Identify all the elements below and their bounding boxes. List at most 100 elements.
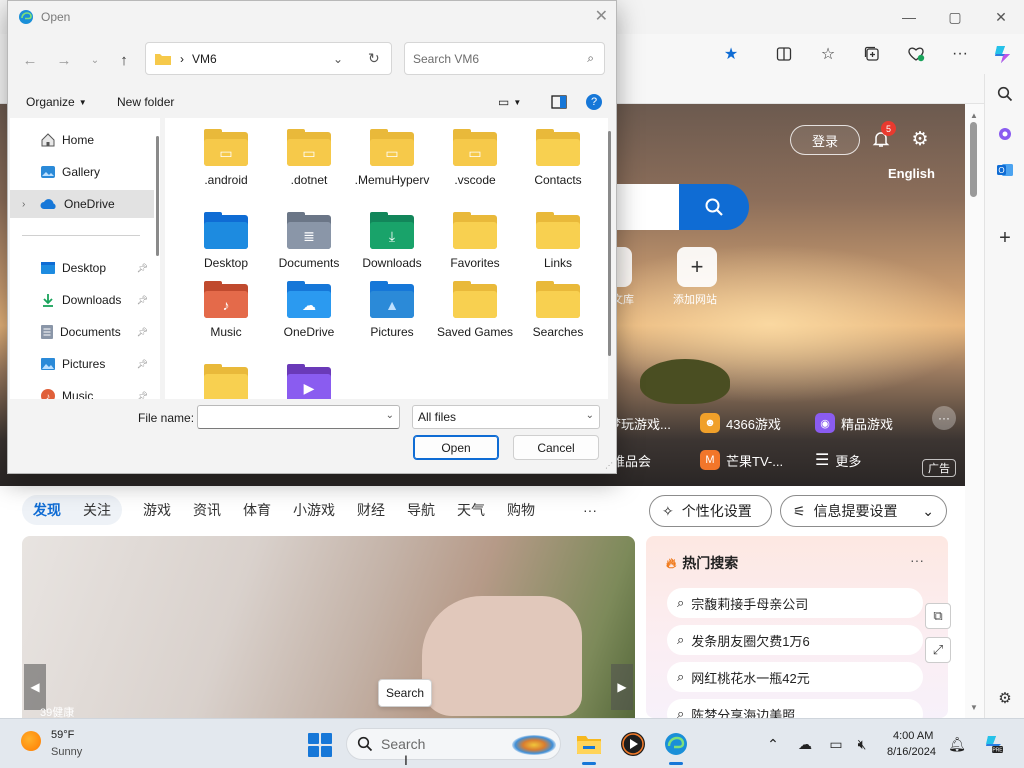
favorites-icon[interactable]: ☆ [814,40,842,68]
onedrive-sync-icon[interactable]: ☁ [794,733,816,755]
hot-search-item[interactable]: ⌕ 宗馥莉接手母亲公司 [667,588,923,618]
page-settings-icon[interactable]: ⚙ [907,126,933,152]
maximize-button[interactable]: ▢ [932,0,978,34]
address-dropdown-icon[interactable]: ⌄ [333,52,343,66]
file-item[interactable]: ♪ Music [187,281,265,340]
start-button[interactable] [308,733,332,757]
media-player-app-icon[interactable] [618,729,648,759]
file-item[interactable]: Desktop [187,212,265,271]
view-options-button[interactable]: ▭ ▼ [498,89,521,115]
folder-search-input[interactable]: Search VM6 ⌕ [404,42,605,75]
hot-search-item[interactable]: ⌕ 网红桃花水一瓶42元 [667,662,923,692]
outlook-icon[interactable]: O [991,156,1019,184]
nav-item-music[interactable]: ♪ Music 📌︎ [10,382,154,399]
volume-icon[interactable]: 🔇︎ [851,733,873,755]
personalize-button[interactable]: ✧ 个性化设置 [649,495,772,527]
sun-weather-icon[interactable] [21,731,41,751]
refresh-icon[interactable]: ↻ [368,50,380,67]
add-icon[interactable]: + [991,224,1019,252]
show-hidden-icons-chevron-icon[interactable]: ⌃ [762,733,784,755]
recent-locations-chevron-icon[interactable]: ⌄ [82,47,108,73]
cancel-button[interactable]: Cancel [513,435,599,460]
expand-icon[interactable]: ⤢ [925,637,951,663]
file-item[interactable] [187,364,265,399]
close-browser-button[interactable]: ✕ [978,0,1024,34]
file-item[interactable]: ▭ .MemuHyperv [353,129,431,188]
organize-menu-button[interactable]: Organize ▼ [26,89,87,115]
tab-category[interactable]: 资讯 [182,495,232,525]
hot-search-more-button[interactable]: ··· [910,552,924,568]
hot-search-item[interactable]: ⌕ 发条朋友圈欠费1万6 [667,625,923,655]
nav-item-home[interactable]: Home [10,126,154,154]
login-button[interactable]: 登录 [790,125,860,155]
breadcrumb-folder[interactable]: VM6 [192,52,217,66]
feed-settings-button[interactable]: ⚟ 信息提要设置 ⌄ [780,495,947,527]
file-item[interactable]: Searches [519,281,597,340]
nav-item-documents[interactable]: Documents 📌︎ [10,318,154,346]
nav-item-downloads[interactable]: Downloads 📌︎ [10,286,154,314]
tab-category[interactable]: 游戏 [132,495,182,525]
new-folder-button[interactable]: New folder [117,89,174,115]
game-link[interactable]: 唯品会 [612,448,651,472]
dialog-close-button[interactable]: ✕ [595,6,608,26]
forward-arrow-icon[interactable]: → [51,47,77,73]
file-item[interactable]: ▭ .vscode [436,129,514,188]
more-icon[interactable]: ··· [946,40,974,68]
file-item[interactable]: Favorites [436,212,514,271]
weather-temperature[interactable]: 59°F [51,729,74,741]
game-link[interactable]: ☻ 4366游戏 [700,411,781,435]
file-item[interactable]: Links [519,212,597,271]
nav-item-gallery[interactable]: Gallery [10,158,154,186]
scrollbar-thumb[interactable] [970,122,977,197]
chevron-down-icon[interactable]: ⌄ [386,410,394,421]
nav-item-pictures[interactable]: Pictures 📌︎ [10,350,154,378]
file-type-select[interactable]: All files ⌄ [412,405,600,429]
minimize-button[interactable]: — [886,0,932,34]
file-explorer-app-icon[interactable] [574,729,604,759]
favorite-star-icon[interactable]: ★ [717,40,745,68]
nav-pane-scrollbar[interactable] [156,136,159,256]
tab-category[interactable]: 体育 [232,495,282,525]
taskbar-search-box[interactable]: Search [346,728,561,760]
expand-chevron-icon[interactable]: › [22,199,34,210]
up-arrow-icon[interactable]: ↑ [111,47,137,73]
game-link[interactable]: ☰ 更多 [815,448,861,472]
browser-essentials-icon[interactable] [902,40,930,68]
file-item[interactable]: ▲ Pictures [353,281,431,340]
file-item[interactable]: ≣ Documents [270,212,348,271]
file-item[interactable]: ▭ .android [187,129,265,188]
feed-more-button[interactable]: ··· [572,495,608,525]
settings-icon[interactable]: ⚙ [991,684,1019,712]
weather-condition[interactable]: Sunny [51,746,82,758]
tab-discover[interactable]: 发现 [22,495,72,525]
page-search-button[interactable] [679,184,749,230]
nav-item-desktop[interactable]: Desktop 📌︎ [10,254,154,282]
tab-category[interactable]: 小游戏 [282,495,346,525]
collections-icon[interactable] [858,40,886,68]
copilot-sidebar-icon[interactable] [991,120,1019,148]
game-link[interactable]: M 芒果TV-... [700,448,783,472]
file-item[interactable]: Contacts [519,129,597,188]
split-screen-icon[interactable] [770,40,798,68]
clock-date[interactable]: 8/16/2024 [887,746,936,758]
file-item[interactable]: Saved Games [436,281,514,340]
tab-category[interactable]: 天气 [446,495,496,525]
file-item[interactable]: ☁ OneDrive [270,281,348,340]
tab-category[interactable]: 导航 [396,495,446,525]
tab-follow[interactable]: 关注 [72,495,122,525]
open-button[interactable]: Open [413,435,499,460]
screenshot-tool-icon[interactable]: ⧉ [925,603,951,629]
hot-search-item[interactable]: ⌕ 陈梦分享海边美照 [667,699,923,718]
carousel-next-button[interactable]: ▶ [611,664,633,710]
copilot-preview-icon[interactable]: PRE [980,733,1006,755]
file-item[interactable]: ⤓ Downloads [353,212,431,271]
scroll-up-arrow-icon[interactable]: ▲ [969,110,979,120]
preview-pane-button[interactable] [551,89,567,115]
tab-category[interactable]: 购物 [496,495,546,525]
news-card-image[interactable]: ◀ ▶ [22,536,635,718]
scroll-down-arrow-icon[interactable]: ▼ [969,702,979,712]
clock-time[interactable]: 4:00 AM [893,730,933,742]
copilot-icon[interactable] [988,40,1016,68]
file-item[interactable]: ▶ [270,364,348,399]
game-link[interactable]: ◉ 精品游戏 [815,411,893,435]
